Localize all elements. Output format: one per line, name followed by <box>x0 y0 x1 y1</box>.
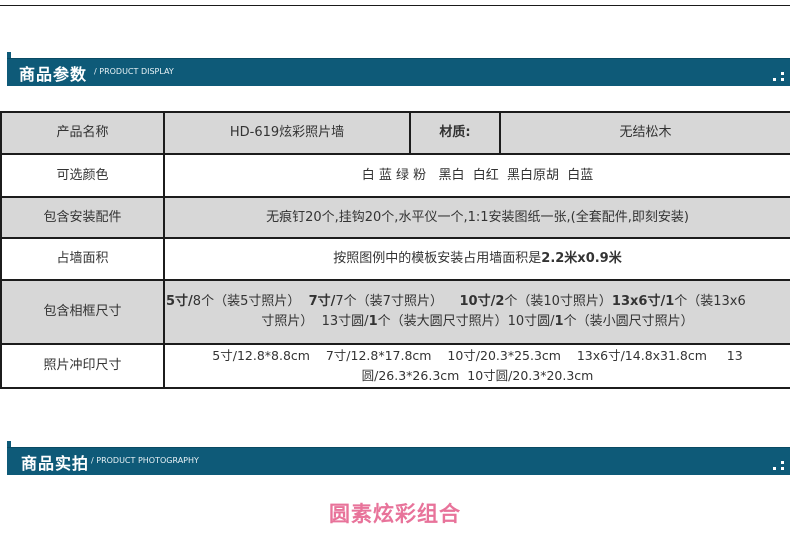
frame-sizes-line: 寸照片） 13寸圆/1个（装大圆尺寸照片）10寸圆/1个（装小圆尺寸照片） <box>165 312 790 332</box>
section-header-params: 商品参数 / PRODUCT DISPLAY <box>7 52 790 86</box>
accessories-value: 无痕钉20个,挂钩20个,水平仪一个,1:1安装图纸一张,(全套配件,即刻安装) <box>163 196 790 239</box>
print-sizes-line: 5寸/12.8*8.8cm 7寸/12.8*17.8cm 10寸/20.3*25… <box>212 348 743 363</box>
section-title: 商品参数 <box>19 65 88 84</box>
table-row: 包含安装配件 无痕钉20个,挂钩20个,水平仪一个,1:1安装图纸一张,(全套配… <box>0 196 790 239</box>
frame-size-text: 7个（装7寸照片） <box>335 294 460 309</box>
frame-size-text: 个（装小圆尺寸照片） <box>563 314 694 329</box>
frame-size-text: 寸照片） 13寸圆/ <box>261 314 369 329</box>
frame-sizes-line: 5寸/8个（装5寸照片） 7寸/7个（装7寸照片） 10寸/2个（装10寸照片）… <box>165 292 790 312</box>
table-row: 占墙面积 按照图例中的模板安装占用墙面积是2.2米x0.9米 <box>0 237 790 281</box>
corner-square-icon <box>773 78 776 81</box>
frame-size-text: 13x6寸/1 <box>611 294 675 309</box>
row-label: 占墙面积 <box>0 237 165 281</box>
corner-square-icon <box>781 72 784 75</box>
frame-size-text: 1 <box>368 314 378 329</box>
print-sizes-line: 圆/26.3*26.3cm 10寸圆/20.3*20.3cm <box>361 368 594 383</box>
table-row: 包含相框尺寸 5寸/8个（装5寸照片） 7寸/7个（装7寸照片） 10寸/2个（… <box>0 279 790 345</box>
corner-square-icon <box>781 461 784 464</box>
wall-area-size: 2.2米x0.9米 <box>541 251 622 266</box>
wall-area-text: 按照图例中的模板安装占用墙面积是 <box>333 251 542 266</box>
color-options-value: 白 蓝 绿 粉 黑白 白红 黑白原胡 白蓝 <box>163 153 790 198</box>
product-params-table: 产品名称 HD-619炫彩照片墙 材质: 无结松木 可选颜色 白 蓝 绿 粉 黑… <box>0 111 790 389</box>
frame-size-text: 个（装13x6 <box>674 294 746 309</box>
corner-square-icon <box>773 467 776 470</box>
material-label: 材质: <box>409 111 501 155</box>
top-divider <box>0 0 790 6</box>
corner-square-icon <box>781 467 784 470</box>
section-header-photo: 商品实拍 / PRODUCT PHOTOGRAPHY <box>7 441 790 475</box>
table-row: 照片冲印尺寸 5寸/12.8*8.8cm 7寸/12.8*17.8cm 10寸/… <box>0 343 790 389</box>
print-sizes-value: 5寸/12.8*8.8cm 7寸/12.8*17.8cm 10寸/20.3*25… <box>163 343 790 389</box>
row-label: 包含相框尺寸 <box>0 279 165 345</box>
row-label: 可选颜色 <box>0 153 165 198</box>
wall-area-value: 按照图例中的模板安装占用墙面积是2.2米x0.9米 <box>163 237 790 281</box>
table-row: 可选颜色 白 蓝 绿 粉 黑白 白红 黑白原胡 白蓝 <box>0 153 790 198</box>
frame-size-text: 5寸/ <box>166 294 193 309</box>
frame-sizes-value: 5寸/8个（装5寸照片） 7寸/7个（装7寸照片） 10寸/2个（装10寸照片）… <box>163 279 790 345</box>
product-name-value: HD-619炫彩照片墙 <box>163 111 411 155</box>
combo-title: 圆素炫彩组合 <box>329 502 461 526</box>
row-label: 包含安装配件 <box>0 196 165 239</box>
material-value: 无结松木 <box>499 111 790 155</box>
section-title: 商品实拍 <box>21 454 90 473</box>
frame-size-text: 8个（装5寸照片） <box>192 294 309 309</box>
frame-size-text: 1 <box>554 314 564 329</box>
frame-size-text: 个（装10寸照片） <box>504 294 612 309</box>
section-subtitle: / PRODUCT DISPLAY <box>94 67 174 76</box>
corner-square-icon <box>781 78 784 81</box>
section-subtitle: / PRODUCT PHOTOGRAPHY <box>91 456 199 465</box>
row-label: 产品名称 <box>0 111 165 155</box>
frame-size-text: 10寸/2 <box>459 294 505 309</box>
frame-size-text: 7寸/ <box>308 294 336 309</box>
table-row: 产品名称 HD-619炫彩照片墙 材质: 无结松木 <box>0 111 790 155</box>
frame-size-text: 个（装大圆尺寸照片）10寸圆/ <box>377 314 555 329</box>
row-label: 照片冲印尺寸 <box>0 343 165 389</box>
